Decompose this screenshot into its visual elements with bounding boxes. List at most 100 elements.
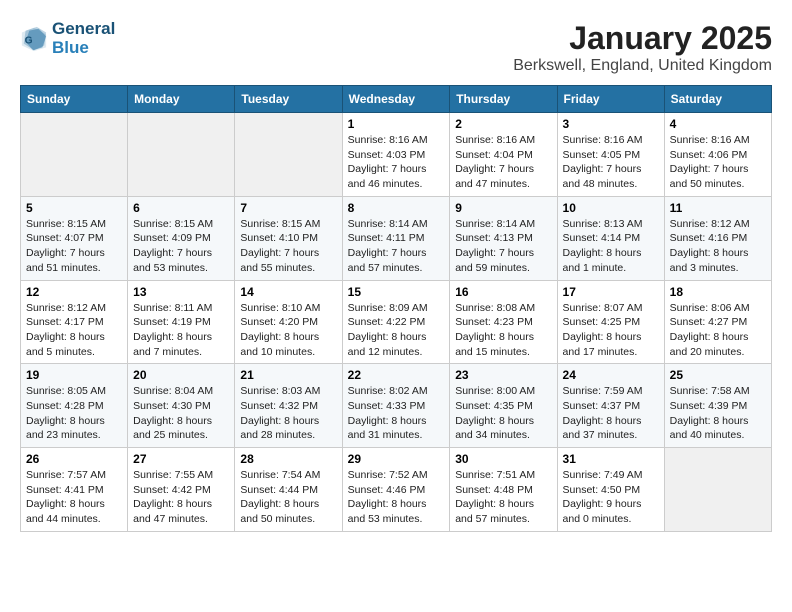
day-detail: Sunrise: 7:52 AMSunset: 4:46 PMDaylight:… — [348, 468, 445, 527]
day-number: 18 — [670, 285, 766, 299]
logo-text-general: General — [52, 20, 115, 39]
calendar-cell: 26 Sunrise: 7:57 AMSunset: 4:41 PMDayligh… — [21, 448, 128, 532]
day-number: 17 — [563, 285, 659, 299]
calendar-cell: 22 Sunrise: 8:02 AMSunset: 4:33 PMDayligh… — [342, 364, 450, 448]
day-number: 2 — [455, 117, 551, 131]
day-detail: Sunrise: 8:00 AMSunset: 4:35 PMDaylight:… — [455, 384, 551, 443]
day-detail: Sunrise: 8:11 AMSunset: 4:19 PMDaylight:… — [133, 301, 229, 360]
day-detail: Sunrise: 8:10 AMSunset: 4:20 PMDaylight:… — [240, 301, 336, 360]
calendar-cell: 7Sunrise: 8:15 AMSunset: 4:10 PMDaylight… — [235, 196, 342, 280]
day-number: 3 — [563, 117, 659, 131]
day-detail: Sunrise: 7:54 AMSunset: 4:44 PMDaylight:… — [240, 468, 336, 527]
day-number: 20 — [133, 368, 229, 382]
calendar-cell: 23 Sunrise: 8:00 AMSunset: 4:35 PMDayligh… — [450, 364, 557, 448]
calendar-cell: 2 Sunrise: 8:16 AMSunset: 4:04 PMDaylight… — [450, 113, 557, 197]
day-number: 16 — [455, 285, 551, 299]
calendar-cell: 4 Sunrise: 8:16 AMSunset: 4:06 PMDaylight… — [664, 113, 771, 197]
calendar-cell: 1 Sunrise: 8:16 AMSunset: 4:03 PMDaylight… — [342, 113, 450, 197]
day-number: 19 — [26, 368, 122, 382]
calendar-cell: 21 Sunrise: 8:03 AMSunset: 4:32 PMDayligh… — [235, 364, 342, 448]
day-number: 30 — [455, 452, 551, 466]
day-detail: Sunrise: 8:07 AMSunset: 4:25 PMDaylight:… — [563, 301, 659, 360]
calendar-cell — [664, 448, 771, 532]
day-number: 23 — [455, 368, 551, 382]
title-block: January 2025 Berkswell, England, United … — [513, 20, 772, 75]
calendar-cell: 5Sunrise: 8:15 AMSunset: 4:07 PMDaylight… — [21, 196, 128, 280]
calendar-cell: 27 Sunrise: 7:55 AMSunset: 4:42 PMDayligh… — [128, 448, 235, 532]
day-detail: Sunrise: 8:15 AMSunset: 4:09 PMDaylight:… — [133, 217, 229, 276]
calendar-week-row: 1 Sunrise: 8:16 AMSunset: 4:03 PMDaylight… — [21, 113, 772, 197]
day-number: 26 — [26, 452, 122, 466]
day-detail: Sunrise: 7:58 AMSunset: 4:39 PMDaylight:… — [670, 384, 766, 443]
day-detail: Sunrise: 7:59 AMSunset: 4:37 PMDaylight:… — [563, 384, 659, 443]
logo: G General Blue — [20, 20, 115, 57]
calendar-cell: 24 Sunrise: 7:59 AMSunset: 4:37 PMDayligh… — [557, 364, 664, 448]
day-number: 10 — [563, 201, 659, 215]
calendar-cell: 31Sunrise: 7:49 AMSunset: 4:50 PMDayligh… — [557, 448, 664, 532]
day-detail: Sunrise: 8:14 AMSunset: 4:11 PMDaylight:… — [348, 217, 445, 276]
calendar-cell: 12Sunrise: 8:12 AMSunset: 4:17 PMDayligh… — [21, 280, 128, 364]
day-number: 28 — [240, 452, 336, 466]
calendar-cell: 9Sunrise: 8:14 AMSunset: 4:13 PMDaylight… — [450, 196, 557, 280]
day-number: 31 — [563, 452, 659, 466]
calendar-cell: 15Sunrise: 8:09 AMSunset: 4:22 PMDayligh… — [342, 280, 450, 364]
day-detail: Sunrise: 7:57 AMSunset: 4:41 PMDaylight:… — [26, 468, 122, 527]
day-number: 25 — [670, 368, 766, 382]
calendar-cell: 11 Sunrise: 8:12 AMSunset: 4:16 PMDayligh… — [664, 196, 771, 280]
calendar-cell: 18 Sunrise: 8:06 AMSunset: 4:27 PMDayligh… — [664, 280, 771, 364]
calendar-cell: 19Sunrise: 8:05 AMSunset: 4:28 PMDayligh… — [21, 364, 128, 448]
calendar-week-row: 12Sunrise: 8:12 AMSunset: 4:17 PMDayligh… — [21, 280, 772, 364]
calendar-weekday-tuesday: Tuesday — [235, 86, 342, 113]
svg-text:G: G — [25, 35, 33, 46]
page-header: G General Blue January 2025 Berkswell, E… — [20, 20, 772, 75]
calendar-week-row: 26 Sunrise: 7:57 AMSunset: 4:41 PMDayligh… — [21, 448, 772, 532]
calendar-weekday-sunday: Sunday — [21, 86, 128, 113]
calendar-weekday-friday: Friday — [557, 86, 664, 113]
calendar-week-row: 5Sunrise: 8:15 AMSunset: 4:07 PMDaylight… — [21, 196, 772, 280]
calendar-cell: 25 Sunrise: 7:58 AMSunset: 4:39 PMDayligh… — [664, 364, 771, 448]
day-detail: Sunrise: 8:16 AMSunset: 4:06 PMDaylight:… — [670, 133, 766, 192]
day-number: 14 — [240, 285, 336, 299]
day-detail: Sunrise: 8:03 AMSunset: 4:32 PMDaylight:… — [240, 384, 336, 443]
calendar-table: SundayMondayTuesdayWednesdayThursdayFrid… — [20, 85, 772, 532]
day-detail: Sunrise: 7:51 AMSunset: 4:48 PMDaylight:… — [455, 468, 551, 527]
day-number: 24 — [563, 368, 659, 382]
day-number: 8 — [348, 201, 445, 215]
day-number: 11 — [670, 201, 766, 215]
calendar-weekday-saturday: Saturday — [664, 86, 771, 113]
day-number: 4 — [670, 117, 766, 131]
day-number: 12 — [26, 285, 122, 299]
calendar-week-row: 19Sunrise: 8:05 AMSunset: 4:28 PMDayligh… — [21, 364, 772, 448]
day-number: 27 — [133, 452, 229, 466]
day-number: 5 — [26, 201, 122, 215]
day-detail: Sunrise: 8:16 AMSunset: 4:05 PMDaylight:… — [563, 133, 659, 192]
day-number: 13 — [133, 285, 229, 299]
calendar-cell: 3 Sunrise: 8:16 AMSunset: 4:05 PMDaylight… — [557, 113, 664, 197]
day-detail: Sunrise: 8:12 AMSunset: 4:16 PMDaylight:… — [670, 217, 766, 276]
day-detail: Sunrise: 8:14 AMSunset: 4:13 PMDaylight:… — [455, 217, 551, 276]
day-number: 21 — [240, 368, 336, 382]
calendar-cell: 6Sunrise: 8:15 AMSunset: 4:09 PMDaylight… — [128, 196, 235, 280]
calendar-cell: 29Sunrise: 7:52 AMSunset: 4:46 PMDayligh… — [342, 448, 450, 532]
day-detail: Sunrise: 8:04 AMSunset: 4:30 PMDaylight:… — [133, 384, 229, 443]
page-subtitle: Berkswell, England, United Kingdom — [513, 57, 772, 75]
day-number: 7 — [240, 201, 336, 215]
calendar-cell — [21, 113, 128, 197]
day-detail: Sunrise: 7:55 AMSunset: 4:42 PMDaylight:… — [133, 468, 229, 527]
calendar-cell: 10Sunrise: 8:13 AMSunset: 4:14 PMDayligh… — [557, 196, 664, 280]
calendar-cell: 8 Sunrise: 8:14 AMSunset: 4:11 PMDaylight… — [342, 196, 450, 280]
day-detail: Sunrise: 8:02 AMSunset: 4:33 PMDaylight:… — [348, 384, 445, 443]
day-number: 22 — [348, 368, 445, 382]
day-detail: Sunrise: 8:16 AMSunset: 4:03 PMDaylight:… — [348, 133, 445, 192]
day-detail: Sunrise: 8:16 AMSunset: 4:04 PMDaylight:… — [455, 133, 551, 192]
calendar-weekday-thursday: Thursday — [450, 86, 557, 113]
calendar-cell: 30 Sunrise: 7:51 AMSunset: 4:48 PMDayligh… — [450, 448, 557, 532]
calendar-cell — [235, 113, 342, 197]
day-number: 1 — [348, 117, 445, 131]
calendar-cell: 20 Sunrise: 8:04 AMSunset: 4:30 PMDayligh… — [128, 364, 235, 448]
calendar-cell: 13 Sunrise: 8:11 AMSunset: 4:19 PMDayligh… — [128, 280, 235, 364]
page-title: January 2025 — [513, 20, 772, 57]
logo-text-blue: Blue — [52, 39, 115, 58]
day-detail: Sunrise: 8:06 AMSunset: 4:27 PMDaylight:… — [670, 301, 766, 360]
calendar-cell: 28 Sunrise: 7:54 AMSunset: 4:44 PMDayligh… — [235, 448, 342, 532]
